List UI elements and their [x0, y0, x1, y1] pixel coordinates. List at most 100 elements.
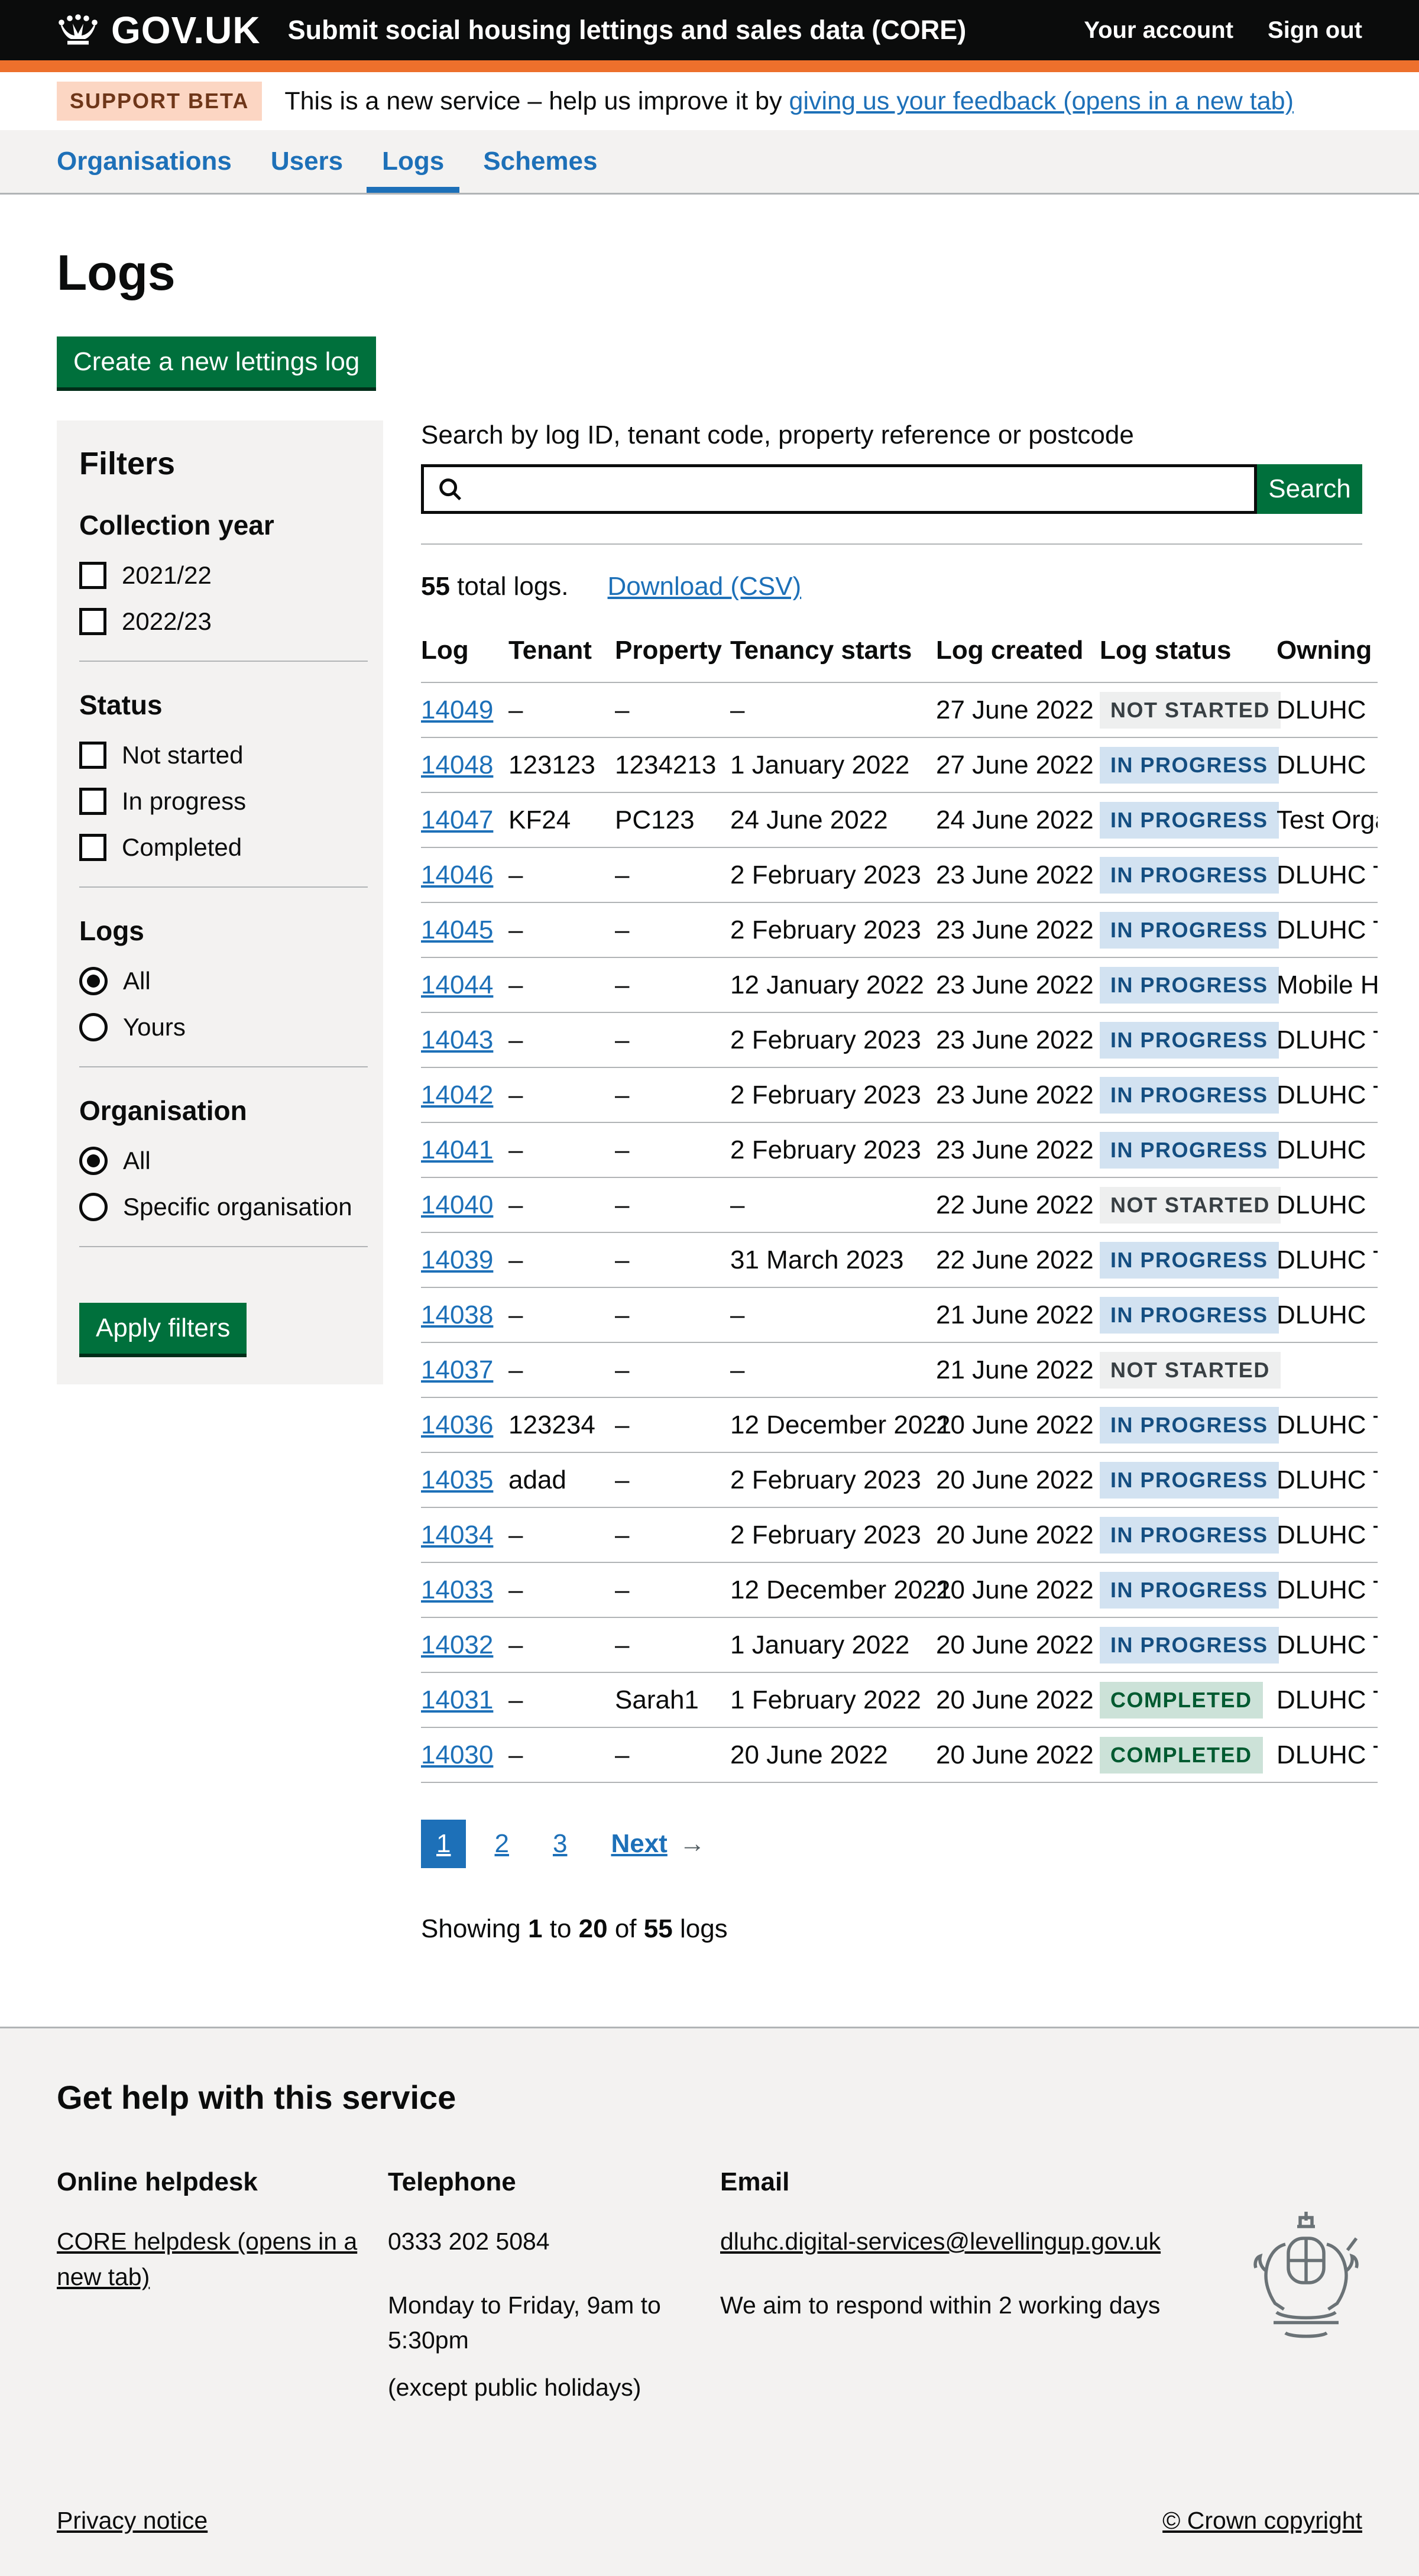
checkbox[interactable] [79, 608, 106, 635]
log-id-link[interactable]: 14048 [421, 750, 493, 779]
log-id-link[interactable]: 14032 [421, 1630, 493, 1659]
cell-property: – [615, 1177, 730, 1232]
search-input[interactable] [421, 464, 1257, 514]
nav-tab-schemes[interactable]: Schemes [483, 130, 597, 193]
log-id-link[interactable]: 14046 [421, 860, 493, 889]
radio-option[interactable]: Specific organisation [79, 1193, 368, 1221]
create-lettings-log-button[interactable]: Create a new lettings log [57, 336, 376, 387]
cell-log-created: 22 June 2022 [936, 1232, 1100, 1287]
apply-filters-button[interactable]: Apply filters [79, 1303, 247, 1354]
log-id-link[interactable]: 14044 [421, 970, 493, 999]
log-id-link[interactable]: 14041 [421, 1135, 493, 1164]
log-id-link[interactable]: 14036 [421, 1410, 493, 1439]
table-row: 14049 – – – 27 June 2022 Not started DLU… [421, 682, 1378, 737]
cell-owning-organisation: DLUHC Tes [1277, 1067, 1378, 1122]
checkbox[interactable] [79, 788, 106, 815]
email-link[interactable]: dluhc.digital-services@levellingup.gov.u… [720, 2228, 1161, 2255]
log-id-link[interactable]: 14033 [421, 1575, 493, 1604]
log-id-link[interactable]: 14042 [421, 1080, 493, 1109]
radio-label: All [123, 967, 151, 995]
log-id-link[interactable]: 14045 [421, 915, 493, 944]
your-account-link[interactable]: Your account [1084, 17, 1233, 44]
checkbox[interactable] [79, 742, 106, 769]
radio-option[interactable]: All [79, 967, 368, 995]
radio-button[interactable] [79, 967, 108, 995]
search-button[interactable]: Search [1257, 464, 1362, 514]
log-id-link[interactable]: 14031 [421, 1685, 493, 1714]
table-row: 14044 – – 12 January 2022 23 June 2022 I… [421, 957, 1378, 1012]
cell-tenant: – [508, 1672, 615, 1727]
cell-log-created: 20 June 2022 [936, 1617, 1100, 1672]
log-id-link[interactable]: 14039 [421, 1245, 493, 1274]
cell-tenant: – [508, 1067, 615, 1122]
search-box [421, 464, 1257, 514]
log-id-link[interactable]: 14030 [421, 1740, 493, 1769]
cell-tenancy-starts: 2 February 2023 [730, 1507, 936, 1562]
helpdesk-link[interactable]: CORE helpdesk (opens in a new tab) [57, 2228, 357, 2290]
checkbox-option[interactable]: Completed [79, 833, 368, 862]
log-id-link[interactable]: 14038 [421, 1300, 493, 1329]
govuk-logo[interactable]: GOV.UK [57, 8, 261, 52]
log-id-link[interactable]: 14049 [421, 695, 493, 724]
nav-tab-logs[interactable]: Logs [382, 130, 444, 193]
cell-log-created: 20 June 2022 [936, 1507, 1100, 1562]
cell-tenant: – [508, 1177, 615, 1232]
col-header-log: Log [421, 627, 508, 682]
cell-tenancy-starts: – [730, 1342, 936, 1397]
status-badge: Not started [1100, 1187, 1281, 1224]
sign-out-link[interactable]: Sign out [1268, 17, 1362, 44]
filter-divider [79, 1246, 368, 1247]
log-id-link[interactable]: 14047 [421, 805, 493, 834]
col-header-owning-organisation: Owning organisation [1277, 627, 1378, 682]
radio-label: All [123, 1147, 151, 1175]
checkbox-option[interactable]: 2022/23 [79, 607, 368, 636]
cell-property: 1234213 [615, 737, 730, 792]
pagination-page[interactable]: 3 [537, 1820, 582, 1868]
cell-log-created: 22 June 2022 [936, 1177, 1100, 1232]
log-id-link[interactable]: 14034 [421, 1520, 493, 1549]
nav-tab-users[interactable]: Users [271, 130, 343, 193]
cell-log-status: In progress [1100, 847, 1277, 902]
checkbox-option[interactable]: In progress [79, 787, 368, 815]
cell-owning-organisation: DLUHC Tes [1277, 902, 1378, 957]
pagination-page[interactable]: 1 [421, 1820, 466, 1868]
cell-log-created: 20 June 2022 [936, 1562, 1100, 1617]
log-id-link[interactable]: 14040 [421, 1190, 493, 1219]
cell-log-status: In progress [1100, 902, 1277, 957]
radio-option[interactable]: Yours [79, 1013, 368, 1041]
cell-log-status: In progress [1100, 1397, 1277, 1452]
privacy-notice-link[interactable]: Privacy notice [57, 2507, 208, 2535]
checkbox-option[interactable]: Not started [79, 741, 368, 769]
radio-option[interactable]: All [79, 1147, 368, 1175]
cell-property: – [615, 1397, 730, 1452]
email-heading: Email [720, 2167, 1169, 2197]
radio-button[interactable] [79, 1193, 108, 1221]
crown-copyright-link[interactable]: © Crown copyright [1162, 2507, 1362, 2535]
radio-button[interactable] [79, 1147, 108, 1175]
radio-button[interactable] [79, 1013, 108, 1041]
feedback-link[interactable]: giving us your feedback (opens in a new … [789, 87, 1294, 115]
log-id-link[interactable]: 14037 [421, 1355, 493, 1384]
radio-label: Yours [123, 1013, 186, 1041]
telephone-heading: Telephone [388, 2167, 720, 2197]
checkbox-option[interactable]: 2021/22 [79, 561, 368, 590]
checkbox[interactable] [79, 562, 106, 589]
total-count: 55 [421, 572, 450, 601]
cell-tenancy-starts: 12 December 2021 [730, 1562, 936, 1617]
filter-group-organisation: Organisation All Specific organisation [79, 1095, 368, 1221]
log-id-link[interactable]: 14035 [421, 1465, 493, 1494]
nav-tab-organisations[interactable]: Organisations [57, 130, 232, 193]
royal-coat-of-arms-icon [1244, 2206, 1368, 2360]
pagination-page[interactable]: 2 [479, 1820, 524, 1868]
checkbox[interactable] [79, 834, 106, 861]
filters-panel: Filters Collection year 2021/22 2022/23 … [57, 420, 383, 1384]
pagination-next[interactable]: Next [611, 1829, 667, 1859]
log-id-link[interactable]: 14043 [421, 1025, 493, 1054]
download-csv-link[interactable]: Download (CSV) [608, 572, 802, 601]
table-row: 14048 123123 1234213 1 January 2022 27 J… [421, 737, 1378, 792]
govuk-header: GOV.UK Submit social housing lettings an… [0, 0, 1419, 60]
checkbox-label: In progress [122, 787, 246, 815]
cell-tenant: – [508, 1287, 615, 1342]
cell-owning-organisation: DLUHC [1277, 1287, 1378, 1342]
service-name-link[interactable]: Submit social housing lettings and sales… [288, 15, 967, 46]
